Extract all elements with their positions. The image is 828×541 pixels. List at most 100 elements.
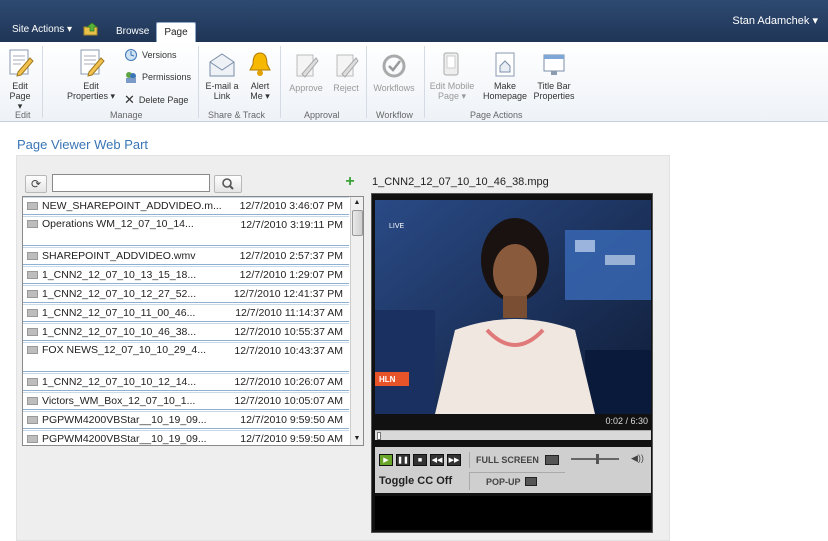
title-bar-icon [543,54,565,75]
scroll-thumb[interactable] [352,210,363,236]
make-homepage-button[interactable]: Make Homepage [480,50,530,101]
search-icon [222,178,234,190]
volume-icon[interactable]: ◀)) [631,453,644,464]
web-part-title[interactable]: Page Viewer Web Part [17,137,148,152]
versions-button[interactable]: Versions [124,48,177,62]
video-list-item[interactable]: FOX NEWS_12_07_10_10_29_4... 12/7/2010 10… [23,342,349,372]
versions-icon [125,49,137,61]
volume-knob[interactable] [596,454,600,464]
mobile-page-icon [443,52,459,76]
popup-label: POP-UP [486,477,521,487]
title-bar-properties-button[interactable]: Title Bar Properties [532,50,576,101]
video-date: 12/7/2010 10:55:37 AM [234,326,343,338]
site-actions-menu[interactable]: Site Actions ▾ [12,24,72,35]
toggle-cc-button[interactable]: Toggle CC Off [379,472,465,490]
approve-label: Approve [289,83,323,93]
video-list-item[interactable]: Operations WM_12_07_10_14... 12/7/2010 3:… [23,216,349,246]
video-list-item[interactable]: 1_CNN2_12_07_10_11_00_46... 12/7/2010 11:… [23,304,349,322]
alert-me-button[interactable]: Alert Me ▾ [244,50,276,101]
edit-mobile-page-button[interactable]: Edit Mobile Page ▾ [428,50,476,101]
edit-page-button[interactable]: Edit Page ▾ [2,48,38,111]
scroll-up-arrow-icon[interactable]: ▲ [351,197,363,209]
add-video-button[interactable]: + [342,174,358,191]
news-anchor-image: LIVE HLN [375,200,651,414]
refresh-icon: ⟳ [30,177,42,191]
video-name: PGPWM4200VBStar__10_19_09... [42,433,207,445]
video-name: NEW_SHAREPOINT_ADDVIDEO.m... [42,200,222,212]
video-date: 12/7/2010 1:29:07 PM [239,269,343,281]
group-label-edit: Edit [15,110,31,120]
email-link-label: E-mail a Link [205,81,239,101]
group-separator [366,46,367,118]
versions-label: Versions [142,50,177,60]
permissions-label: Permissions [142,72,192,82]
make-homepage-label: Make Homepage [482,81,528,101]
video-frame[interactable]: LIVE HLN [375,200,651,414]
video-file-icon [27,271,38,279]
seek-handle[interactable] [377,432,382,440]
hln-label: HLN [379,375,396,384]
group-label-share-track: Share & Track [208,110,266,120]
video-date: 12/7/2010 3:46:07 PM [239,200,343,212]
closed-caption-area [375,496,651,530]
video-list-item[interactable]: NEW_SHAREPOINT_ADDVIDEO.m... 12/7/2010 3:… [23,197,349,215]
volume-slider[interactable] [571,454,619,464]
email-link-button[interactable]: E-mail a Link [202,52,242,101]
video-title: 1_CNN2_12_07_10_10_46_38.mpg [372,176,549,188]
video-list-item[interactable]: SHAREPOINT_ADDVIDEO.wmv 12/7/2010 2:57:37… [23,247,349,265]
scroll-down-arrow-icon[interactable]: ▼ [351,433,363,445]
delete-icon: ✕ [124,92,135,107]
video-file-icon [27,202,38,210]
video-list-item[interactable]: PGPWM4200VBStar__10_19_09... 12/7/2010 9:… [23,430,349,445]
video-list-item[interactable]: 1_CNN2_12_07_10_10_12_14... 12/7/2010 10:… [23,373,349,391]
video-name: 1_CNN2_12_07_10_10_12_14... [42,376,197,388]
full-screen-button[interactable]: FULL SCREEN [469,452,565,468]
video-list-item[interactable]: Victors_WM_Box_12_07_10_1... 12/7/2010 10… [23,392,349,410]
reject-icon [336,54,359,78]
player-controls: ▶ ❚❚ ■ ◀◀ ▶▶ FULL SCREEN ◀)) Toggle CC O… [375,447,651,493]
video-file-icon [27,328,38,336]
full-screen-label: FULL SCREEN [476,455,539,465]
edit-page-icon [9,49,34,77]
video-name: Victors_WM_Box_12_07_10_1... [42,395,196,407]
group-label-approval: Approval [304,110,340,120]
video-list-item[interactable]: 1_CNN2_12_07_10_12_27_52... 12/7/2010 12:… [23,285,349,303]
refresh-button[interactable]: ⟳ [25,175,47,193]
rewind-icon[interactable]: ◀◀ [430,454,444,466]
workflows-button[interactable]: Workflows [370,52,418,93]
video-list-scrollbar[interactable]: ▲ ▼ [350,197,363,445]
edit-properties-button[interactable]: Edit Properties ▾ [64,48,118,101]
video-list-item[interactable]: 1_CNN2_12_07_10_13_15_18... 12/7/2010 1:2… [23,266,349,284]
video-list-item[interactable]: 1_CNN2_12_07_10_10_46_38... 12/7/2010 10:… [23,323,349,341]
video-name: Operations WM_12_07_10_14... [42,218,194,230]
search-button[interactable] [214,175,242,193]
video-date: 12/7/2010 10:43:37 AM [234,345,343,357]
video-player: LIVE HLN 0:02 / 6:30 ▶ ❚❚ ■ ◀◀ ▶▶ FULL S… [371,193,653,533]
video-file-icon [27,397,38,405]
reject-button[interactable]: Reject [330,52,362,93]
video-list-item[interactable]: PGPWM4200VBStar__10_19_09... 12/7/2010 9:… [23,411,349,429]
edit-properties-label: Edit Properties ▾ [66,81,116,101]
stop-icon[interactable]: ■ [413,454,427,466]
time-readout: 0:02 / 6:30 [605,416,648,426]
group-separator [424,46,425,118]
tab-page[interactable]: Page [156,22,196,42]
permissions-button[interactable]: Permissions [124,70,191,84]
navigate-up-icon[interactable] [83,22,99,36]
search-input[interactable] [52,174,210,192]
video-file-icon [27,309,38,317]
video-name: PGPWM4200VBStar__10_19_09... [42,414,207,426]
title-bar-properties-label: Title Bar Properties [533,81,575,101]
video-date: 12/7/2010 10:05:07 AM [234,395,343,407]
popup-button[interactable]: POP-UP [469,472,565,490]
tab-browse[interactable]: Browse [116,26,149,37]
delete-page-button[interactable]: ✕ Delete Page [124,92,188,108]
pause-icon[interactable]: ❚❚ [396,454,410,466]
video-file-icon [27,290,38,298]
fast-forward-icon[interactable]: ▶▶ [447,454,461,466]
seek-bar[interactable] [375,430,651,440]
play-icon[interactable]: ▶ [379,454,393,466]
video-file-icon [27,378,38,386]
approve-button[interactable]: Approve [286,52,326,93]
user-menu[interactable]: Stan Adamchek ▾ [732,14,818,27]
